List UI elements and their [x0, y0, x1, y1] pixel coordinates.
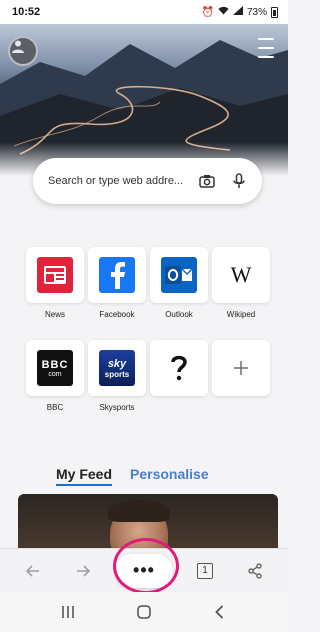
status-time: 10:52 — [12, 6, 41, 18]
battery-percent: 73% — [246, 6, 267, 18]
person-icon — [12, 40, 24, 53]
tab-my-feed[interactable]: My Feed — [56, 466, 113, 486]
tabs-button[interactable]: 1 — [187, 553, 223, 589]
sky-logo-text: sky — [107, 357, 127, 370]
alarm-icon: ⏰ — [201, 6, 214, 18]
speed-dial-wikipedia[interactable]: W Wikiped — [212, 247, 270, 319]
news-card[interactable] — [18, 494, 278, 552]
system-nav-bar — [0, 592, 288, 632]
bbc-logo-text: BBC — [41, 358, 69, 371]
speed-dial-label: Wikiped — [226, 310, 256, 319]
menu-icon[interactable] — [254, 38, 278, 58]
chevron-left-icon — [215, 605, 224, 619]
microphone-icon[interactable] — [226, 168, 252, 194]
speed-dial-label: Facebook — [99, 310, 135, 319]
arrow-right-icon — [77, 564, 91, 577]
browser-toolbar: ••• 1 — [0, 548, 288, 592]
bbc-logo-sub: com — [48, 370, 62, 378]
speed-dial-label: Skysports — [99, 403, 135, 412]
news-tabs: My Feed Personalise — [56, 466, 209, 486]
home-icon — [137, 605, 151, 619]
status-icons: ⏰ 73% — [202, 6, 278, 18]
more-options-button[interactable]: ••• — [115, 553, 173, 588]
news-icon — [37, 257, 73, 293]
skysports-icon: sky sports — [99, 350, 135, 386]
news-card-image-detail — [108, 500, 170, 522]
signal-icon — [232, 6, 243, 18]
search-input[interactable]: Search or type web addre... — [48, 175, 188, 187]
camera-icon[interactable] — [194, 168, 220, 194]
status-bar: 10:52 ⏰ 73% — [0, 0, 288, 24]
shortcut-icon — [161, 350, 197, 386]
speed-dial-skysports[interactable]: sky sports Skysports — [88, 340, 146, 412]
speed-dial-label: BBC — [46, 403, 64, 412]
share-button[interactable] — [237, 553, 273, 589]
speed-dial-news[interactable]: News — [26, 247, 84, 319]
forward-button[interactable] — [65, 553, 101, 589]
wifi-icon — [218, 6, 229, 18]
search-bar[interactable]: Search or type web addre... — [33, 158, 262, 204]
tab-count: 1 — [197, 562, 213, 579]
recents-icon — [62, 606, 74, 618]
arrow-left-icon — [25, 564, 39, 577]
speed-dial-bbc[interactable]: BBC com BBC — [26, 340, 84, 412]
speed-dial-outlook[interactable]: Outlook — [150, 247, 208, 319]
recent-apps-button[interactable] — [53, 597, 83, 627]
speed-dial-shortcut[interactable] — [150, 340, 208, 403]
battery-icon — [271, 6, 278, 18]
back-button[interactable] — [15, 553, 51, 589]
facebook-icon — [99, 257, 135, 293]
speed-dial-facebook[interactable]: Facebook — [88, 247, 146, 319]
speed-dial-label: News — [44, 310, 65, 319]
speed-dial-label: Outlook — [165, 310, 193, 319]
home-button[interactable] — [129, 597, 159, 627]
wikipedia-icon: W — [223, 257, 259, 293]
add-shortcut-icon — [223, 350, 259, 386]
profile-avatar[interactable] — [8, 36, 38, 66]
bbc-icon: BBC com — [37, 350, 73, 386]
speed-dial-add[interactable] — [212, 340, 270, 403]
tab-personalise[interactable]: Personalise — [130, 466, 209, 482]
hero-wallpaper — [0, 24, 288, 176]
sports-logo-text: sports — [104, 369, 130, 379]
system-back-button[interactable] — [205, 597, 235, 627]
share-icon — [248, 562, 262, 579]
outlook-icon — [161, 257, 197, 293]
